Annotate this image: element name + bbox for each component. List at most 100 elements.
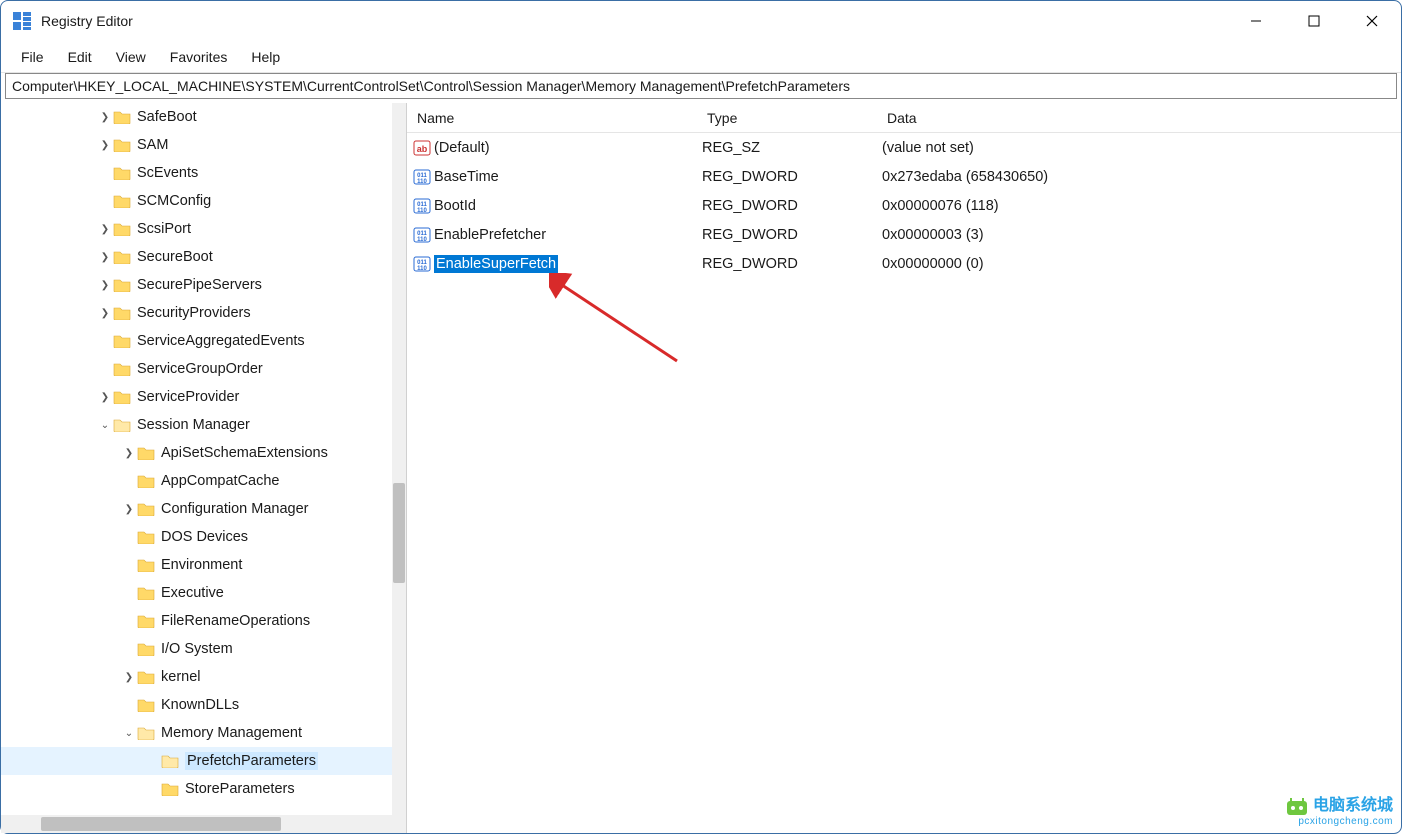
menu-help[interactable]: Help <box>239 45 292 69</box>
tree-item[interactable]: ❯AppCompatCache <box>1 467 392 495</box>
value-row[interactable]: 011110BootIdREG_DWORD0x00000076 (118) <box>407 191 1401 220</box>
value-row[interactable]: 011110EnableSuperFetchREG_DWORD0x0000000… <box>407 249 1401 278</box>
value-row[interactable]: 011110BaseTimeREG_DWORD0x273edaba (65843… <box>407 162 1401 191</box>
minimize-button[interactable] <box>1227 1 1285 41</box>
value-name: BootId <box>434 198 702 214</box>
address-bar[interactable]: Computer\HKEY_LOCAL_MACHINE\SYSTEM\Curre… <box>5 73 1397 99</box>
folder-icon <box>113 334 131 348</box>
tree-item[interactable]: ❯ SecurePipeServers <box>1 271 392 299</box>
tree-horizontal-scrollbar[interactable] <box>1 815 392 833</box>
maximize-button[interactable] <box>1285 1 1343 41</box>
tree-item-label: ApiSetSchemaExtensions <box>161 445 328 461</box>
tree-vertical-scrollbar[interactable] <box>392 103 406 833</box>
folder-icon <box>137 586 155 600</box>
chevron-icon[interactable]: ❯ <box>121 448 137 459</box>
regedit-icon <box>13 12 31 30</box>
tree-item-label: kernel <box>161 669 201 685</box>
tree-item[interactable]: ❯DOS Devices <box>1 523 392 551</box>
scrollbar-thumb[interactable] <box>393 483 405 583</box>
tree-item[interactable]: ⌄ Memory Management <box>1 719 392 747</box>
svg-text:110: 110 <box>417 179 427 185</box>
chevron-icon[interactable]: ❯ <box>97 280 113 291</box>
value-data: 0x00000000 (0) <box>882 256 1401 272</box>
tree-item[interactable]: ❯PrefetchParameters <box>1 747 392 775</box>
watermark: 电脑系统城 pcxitongcheng.com <box>1283 795 1393 828</box>
chevron-icon[interactable]: ❯ <box>121 504 137 515</box>
folder-icon <box>137 642 155 656</box>
chevron-icon[interactable]: ❯ <box>97 252 113 263</box>
folder-icon <box>137 698 155 712</box>
scrollbar-thumb[interactable] <box>41 817 281 831</box>
tree-item-label: Configuration Manager <box>161 501 309 517</box>
tree-item-label: ServiceAggregatedEvents <box>137 333 305 349</box>
folder-icon <box>137 502 155 516</box>
window-title: Registry Editor <box>41 13 1227 29</box>
tree-item[interactable]: ❯Environment <box>1 551 392 579</box>
folder-icon <box>137 614 155 628</box>
chevron-icon[interactable]: ⌄ <box>121 728 137 739</box>
close-button[interactable] <box>1343 1 1401 41</box>
tree-item[interactable]: ❯ServiceAggregatedEvents <box>1 327 392 355</box>
column-header-name[interactable]: Name <box>413 110 703 126</box>
folder-icon <box>113 222 131 236</box>
value-name: (Default) <box>434 140 702 156</box>
value-data: 0x273edaba (658430650) <box>882 169 1401 185</box>
tree-item[interactable]: ❯ ApiSetSchemaExtensions <box>1 439 392 467</box>
tree-item[interactable]: ❯ServiceGroupOrder <box>1 355 392 383</box>
tree-item[interactable]: ❯SafeBoot <box>1 103 392 131</box>
chevron-icon[interactable]: ❯ <box>97 224 113 235</box>
svg-text:110: 110 <box>417 266 427 272</box>
tree-item[interactable]: ❯ServiceProvider <box>1 383 392 411</box>
column-header-type[interactable]: Type <box>703 110 883 126</box>
menu-view[interactable]: View <box>104 45 158 69</box>
tree-item-label: SAM <box>137 137 168 153</box>
tree-item[interactable]: ❯ Configuration Manager <box>1 495 392 523</box>
column-header-data[interactable]: Data <box>883 110 1401 126</box>
tree-item-label: ServiceGroupOrder <box>137 361 263 377</box>
chevron-icon[interactable]: ❯ <box>97 392 113 403</box>
folder-icon <box>113 194 131 208</box>
menu-favorites[interactable]: Favorites <box>158 45 240 69</box>
folder-icon <box>113 250 131 264</box>
chevron-icon[interactable]: ❯ <box>97 308 113 319</box>
value-row[interactable]: ab(Default)REG_SZ(value not set) <box>407 133 1401 162</box>
value-data: 0x00000003 (3) <box>882 227 1401 243</box>
value-type: REG_SZ <box>702 140 882 156</box>
tree-item[interactable]: ❯ ScsiPort <box>1 215 392 243</box>
tree-item[interactable]: ❯SecurityProviders <box>1 299 392 327</box>
tree-item[interactable]: ❯SCMConfig <box>1 187 392 215</box>
tree-pane[interactable]: ❯SafeBoot❯SAM❯ScEvents❯SCMConfig❯ScsiPor… <box>1 103 407 833</box>
chevron-icon[interactable]: ❯ <box>121 672 137 683</box>
folder-icon <box>137 474 155 488</box>
menu-edit[interactable]: Edit <box>56 45 104 69</box>
folder-icon <box>161 782 179 796</box>
tree-item-label: Memory Management <box>161 725 302 741</box>
tree-item-label: KnownDLLs <box>161 697 239 713</box>
tree-item-label: PrefetchParameters <box>185 752 318 770</box>
svg-text:110: 110 <box>417 208 427 214</box>
tree-item-label: SecurePipeServers <box>137 277 262 293</box>
tree-item[interactable]: ⌄ Session Manager <box>1 411 392 439</box>
tree-item[interactable]: ❯KnownDLLs <box>1 691 392 719</box>
tree-item[interactable]: ❯ScEvents <box>1 159 392 187</box>
chevron-icon[interactable]: ❯ <box>97 140 113 151</box>
tree-item[interactable]: ❯Executive <box>1 579 392 607</box>
tree-item[interactable]: ❯FileRenameOperations <box>1 607 392 635</box>
folder-icon <box>113 278 131 292</box>
tree-item-label: Session Manager <box>137 417 250 433</box>
dword-value-icon: 011110 <box>413 226 431 244</box>
tree-item-label: DOS Devices <box>161 529 248 545</box>
tree-item-label: ScsiPort <box>137 221 191 237</box>
tree-item[interactable]: ❯ SAM <box>1 131 392 159</box>
chevron-icon[interactable]: ⌄ <box>97 420 113 431</box>
value-pane[interactable]: Name Type Data ab(Default)REG_SZ(value n… <box>407 103 1401 833</box>
tree-item[interactable]: ❯ kernel <box>1 663 392 691</box>
chevron-icon[interactable]: ❯ <box>97 112 113 123</box>
titlebar[interactable]: Registry Editor <box>1 1 1401 41</box>
folder-icon <box>137 558 155 572</box>
menu-file[interactable]: File <box>9 45 56 69</box>
tree-item[interactable]: ❯StoreParameters <box>1 775 392 803</box>
value-row[interactable]: 011110EnablePrefetcherREG_DWORD0x0000000… <box>407 220 1401 249</box>
tree-item[interactable]: ❯SecureBoot <box>1 243 392 271</box>
tree-item[interactable]: ❯I/O System <box>1 635 392 663</box>
